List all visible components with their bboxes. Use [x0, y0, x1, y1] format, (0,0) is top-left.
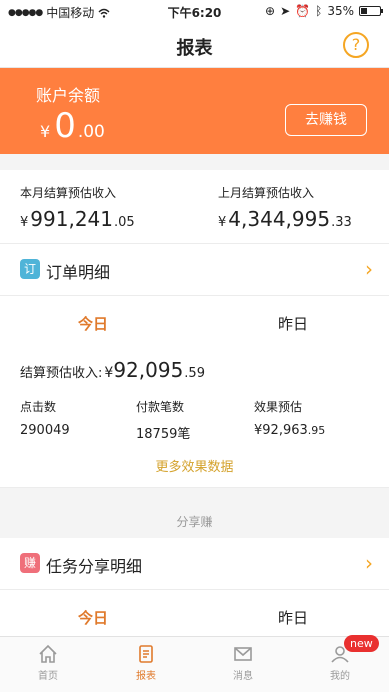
bottom-tab-bar: 首页 报表 消息 我的 new — [0, 635, 389, 692]
tabbar-item-me[interactable]: 我的 new — [300, 635, 380, 682]
metric-clicks-label: 点击数 — [20, 400, 57, 414]
earn-money-button[interactable]: 去赚钱 — [285, 104, 367, 136]
last-month-integer: 4,344,995 — [228, 207, 331, 231]
metric-effect-integer: ¥92,963 — [254, 423, 308, 438]
order-details-row[interactable]: 订 订单明细 › — [0, 244, 389, 296]
balance-decimal: .00 — [77, 122, 105, 142]
metric-effect-value: ¥92,963.95 — [254, 423, 325, 438]
location-icon: ➤ — [280, 4, 291, 18]
nav-bar: 报表 ? — [0, 22, 389, 68]
balance-integer: 0 — [54, 106, 76, 146]
this-month-decimal: .05 — [114, 215, 135, 230]
metric-clicks-value: 290049 — [20, 423, 70, 438]
balance-label: 账户余额 — [36, 86, 101, 105]
order-tabs: 今日 昨日 — [0, 296, 389, 350]
tab-yesterday[interactable]: 昨日 — [278, 313, 308, 334]
last-month-label: 上月结算预估收入 — [218, 186, 315, 200]
share-tab-today[interactable]: 今日 — [78, 607, 108, 628]
tabbar-item-messages[interactable]: 消息 — [203, 643, 283, 682]
tabbar-label-messages: 消息 — [233, 671, 253, 682]
battery-icon — [359, 6, 383, 16]
tabbar-label-home: 首页 — [38, 671, 58, 682]
last-month-estimate: 上月结算预估收入 ¥ 4,344,995 .33 — [218, 184, 352, 231]
metric-effect-label: 效果预估 — [254, 400, 303, 414]
settlement-estimate-currency: ¥ — [104, 365, 114, 381]
metric-effect-estimate: 效果预估 ¥92,963.95 — [254, 398, 325, 438]
tabbar-label-report: 报表 — [136, 671, 156, 682]
tab-today[interactable]: 今日 — [78, 313, 108, 334]
tabbar-item-report[interactable]: 报表 — [106, 643, 186, 682]
monthly-estimates: 本月结算预估收入 ¥ 991,241 .05 上月结算预估收入 ¥ 4,344,… — [0, 170, 389, 244]
share-details-row[interactable]: 赚 任务分享明细 › — [0, 538, 389, 590]
battery-fill — [361, 8, 368, 14]
bluetooth-icon: ᛒ — [315, 4, 323, 18]
settlement-estimate-decimal: .59 — [184, 366, 205, 381]
new-badge: new — [344, 635, 379, 652]
report-icon — [139, 645, 153, 663]
this-month-estimate: 本月结算预估收入 ¥ 991,241 .05 — [20, 184, 135, 231]
this-month-value: ¥ 991,241 .05 — [20, 207, 135, 231]
this-month-currency: ¥ — [20, 215, 29, 230]
battery-percent: 35% — [327, 4, 354, 18]
home-icon — [39, 644, 57, 663]
metric-payments: 付款笔数 18759笔 — [136, 398, 190, 442]
balance-amount: ¥ 0 .00 — [40, 106, 105, 146]
share-details-title: 任务分享明细 — [46, 557, 143, 576]
page-title: 报表 — [176, 38, 213, 59]
metric-clicks: 点击数 290049 — [20, 398, 70, 438]
metric-payments-label: 付款笔数 — [136, 400, 185, 414]
balance-currency: ¥ — [40, 122, 51, 141]
tabbar-label-me: 我的 — [330, 671, 350, 682]
order-details-title: 订单明细 — [46, 263, 111, 282]
metric-payments-value: 18759笔 — [136, 427, 191, 442]
chevron-right-icon: › — [365, 551, 373, 575]
mail-icon — [234, 647, 252, 661]
this-month-integer: 991,241 — [30, 207, 113, 231]
chevron-right-icon: › — [365, 257, 373, 281]
share-earn-divider: 分享赚 — [176, 515, 213, 529]
last-month-value: ¥ 4,344,995 .33 — [218, 207, 352, 231]
order-list-icon: 订 — [20, 259, 40, 279]
last-month-currency: ¥ — [218, 215, 227, 230]
settlement-estimate-label: 结算预估收入: — [20, 366, 103, 381]
metric-effect-decimal: .95 — [307, 424, 326, 437]
status-bar: ●●●●● 中国移动 下午6:20 ⊕ ➤ ⏰ ᛒ 35% — [0, 0, 389, 22]
this-month-label: 本月结算预估收入 — [20, 186, 117, 200]
settlement-estimate: 结算预估收入: ¥ 92,095 .59 — [20, 358, 205, 382]
share-tabs: 今日 昨日 — [0, 590, 389, 636]
status-right: ⊕ ➤ ⏰ ᛒ 35% — [265, 4, 383, 18]
balance-banner: 账户余额 ¥ 0 .00 去赚钱 — [0, 68, 389, 154]
last-month-decimal: .33 — [331, 215, 352, 230]
rotation-lock-icon: ⊕ — [265, 4, 276, 18]
settlement-estimate-integer: 92,095 — [113, 358, 184, 382]
order-stats: 结算预估收入: ¥ 92,095 .59 点击数 290049 付款笔数 187… — [0, 350, 389, 488]
tabbar-item-home[interactable]: 首页 — [8, 643, 88, 682]
more-effect-data-link[interactable]: 更多效果数据 — [0, 456, 389, 475]
share-earn-icon: 赚 — [20, 553, 40, 573]
help-icon[interactable]: ? — [343, 32, 369, 58]
alarm-icon: ⏰ — [295, 4, 311, 18]
share-tab-yesterday[interactable]: 昨日 — [278, 607, 308, 628]
